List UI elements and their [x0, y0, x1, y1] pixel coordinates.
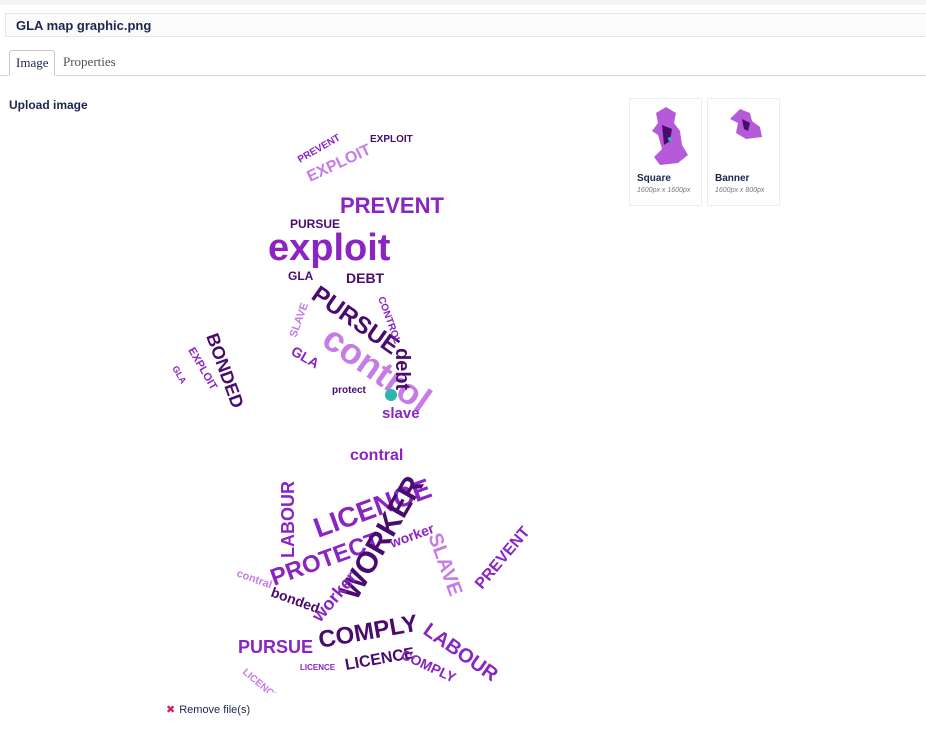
wc-word: PURSUE — [238, 637, 313, 657]
wc-word: slave — [382, 405, 420, 422]
crop-square-size: 1600px x 1600px — [637, 187, 691, 194]
wc-word: SLAVE — [288, 301, 312, 339]
wc-word: exploit — [268, 227, 391, 269]
close-icon: ✖ — [166, 704, 176, 716]
tab-properties[interactable]: Properties — [57, 50, 122, 74]
wc-word: GLA — [288, 269, 314, 283]
wc-word: protect — [332, 385, 367, 396]
filename: GLA map graphic.png — [16, 18, 152, 33]
remove-file-label: Remove file(s) — [179, 704, 251, 716]
top-strip — [0, 0, 926, 5]
wc-word: PURSUE — [290, 217, 340, 231]
wc-word: LABOUR — [278, 481, 298, 558]
wc-word: LICENCE — [300, 663, 336, 672]
wc-word: SLAVE — [423, 530, 466, 599]
upload-image-title: Upload image — [9, 98, 88, 112]
wc-word: DEBT — [346, 270, 385, 286]
focal-point-handle[interactable] — [385, 389, 397, 401]
wc-word: debt — [391, 348, 413, 391]
crop-banner-thumbnail — [730, 109, 762, 139]
wc-word: LABOUR — [419, 619, 502, 686]
crop-banner-name: Banner — [715, 173, 750, 184]
wc-word: contral — [350, 447, 403, 464]
crop-banner[interactable]: Banner 1600px x 800px — [707, 98, 780, 206]
tab-bar: Image Properties — [0, 43, 926, 76]
crop-banner-size: 1600px x 800px — [715, 187, 765, 194]
wc-word: PREVENT — [472, 524, 534, 593]
tab-image[interactable]: Image — [9, 50, 56, 76]
image-preview[interactable]: EXPLOIT EXPLOIT PREVENT PREVENT exploit … — [160, 118, 540, 703]
remove-file-link[interactable]: ✖ Remove file(s) — [166, 703, 250, 716]
uk-map-wordcloud: EXPLOIT EXPLOIT PREVENT PREVENT exploit … — [170, 132, 534, 703]
filename-bar: GLA map graphic.png — [5, 13, 926, 37]
wc-word: GLA — [170, 364, 188, 386]
crop-square[interactable]: Square 1600px x 1600px — [629, 98, 702, 206]
crop-square-name: Square — [637, 173, 671, 184]
crop-square-thumbnail — [652, 107, 688, 165]
wc-word: LICENCE — [240, 667, 281, 693]
wc-word: bonded — [269, 584, 322, 616]
wc-word: EXPLOIT — [370, 134, 413, 145]
wc-word: PREVENT — [340, 193, 444, 218]
